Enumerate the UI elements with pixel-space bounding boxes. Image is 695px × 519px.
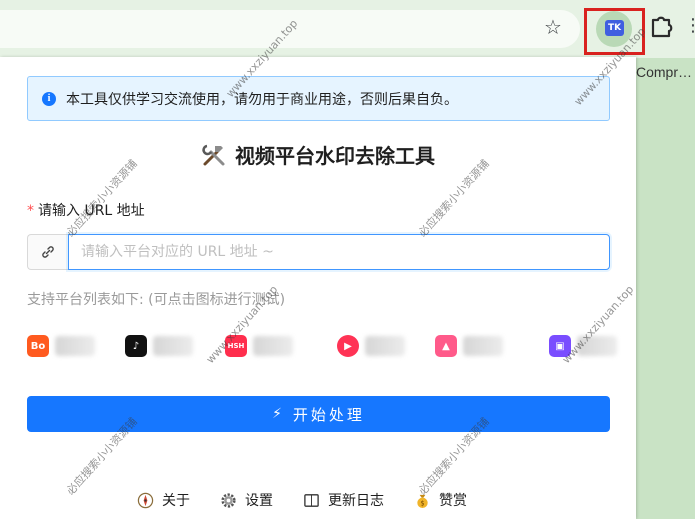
changelog-link[interactable]: 更新日志 bbox=[303, 490, 384, 510]
required-mark: * bbox=[27, 203, 34, 219]
platform-logo-icon: ▲ bbox=[435, 335, 457, 357]
footer-links: 关于 设置 更新日志 $ 赞赏 bbox=[137, 489, 497, 511]
platform-name bbox=[365, 336, 405, 356]
platform-item[interactable]: ▲ bbox=[435, 333, 503, 359]
lightning-icon: ⚡ bbox=[272, 406, 285, 422]
platform-logo-icon: Bo bbox=[27, 335, 49, 357]
platform-logo-icon: ▣ bbox=[549, 335, 571, 357]
extension-highlight-box bbox=[584, 8, 645, 55]
donate-label: 赞赏 bbox=[439, 493, 467, 509]
svg-text:$: $ bbox=[420, 499, 424, 507]
platform-item[interactable]: ▶ bbox=[337, 333, 405, 359]
platform-name bbox=[577, 336, 617, 356]
money-bag-icon: $ bbox=[417, 494, 428, 508]
platform-item[interactable]: ♪ bbox=[125, 333, 193, 359]
platform-item[interactable]: Bo bbox=[27, 333, 95, 359]
address-bar[interactable] bbox=[0, 10, 580, 48]
platform-name bbox=[153, 336, 193, 356]
disclaimer-notice: i 本工具仅供学习交流使用，请勿用于商业用途，否则后果自负。 bbox=[27, 76, 610, 121]
platform-logo-icon: ▶ bbox=[337, 335, 359, 357]
platform-item[interactable]: ▣ bbox=[549, 333, 617, 359]
start-processing-button[interactable]: ⚡ 开始处理 bbox=[27, 396, 610, 432]
disclaimer-text: 本工具仅供学习交流使用，请勿用于商业用途，否则后果自负。 bbox=[66, 91, 458, 108]
tools-icon bbox=[202, 144, 225, 165]
gear-icon bbox=[221, 492, 236, 508]
platform-name bbox=[253, 336, 293, 356]
url-input[interactable] bbox=[68, 234, 610, 270]
start-button-label: 开始处理 bbox=[292, 405, 365, 424]
settings-link[interactable]: 设置 bbox=[220, 490, 273, 510]
bookmark-star-icon[interactable]: ☆ bbox=[540, 14, 566, 40]
platform-name bbox=[463, 336, 503, 356]
platform-logo-icon: HSH bbox=[225, 335, 247, 357]
platform-name bbox=[55, 336, 95, 356]
url-field-label: * 请输入 URL 地址 bbox=[27, 200, 145, 220]
link-icon bbox=[42, 246, 54, 258]
extension-popup: i 本工具仅供学习交流使用，请勿用于商业用途，否则后果自负。 视频平台水印去除工… bbox=[0, 57, 636, 519]
page-title: 视频平台水印去除工具 bbox=[235, 144, 435, 168]
compass-icon bbox=[137, 492, 154, 508]
background-page-text: Compr… bbox=[636, 64, 693, 80]
link-addon bbox=[27, 234, 68, 270]
extensions-puzzle-icon[interactable] bbox=[646, 11, 676, 41]
about-link[interactable]: 关于 bbox=[137, 490, 190, 510]
platform-hint: 支持平台列表如下: (可点击图标进行测试) bbox=[27, 292, 286, 308]
browser-toolbar: ☆ TK ⋮ bbox=[0, 0, 695, 58]
platform-logo-icon: ♪ bbox=[125, 335, 147, 357]
url-label-text: 请输入 URL 地址 bbox=[38, 203, 145, 219]
platform-list: Bo ♪ HSH ▶ ▲ ▣ bbox=[27, 333, 617, 359]
about-label: 关于 bbox=[162, 493, 190, 509]
platform-item[interactable]: HSH bbox=[225, 333, 293, 359]
browser-menu-icon[interactable]: ⋮ bbox=[684, 12, 695, 40]
url-input-group bbox=[27, 234, 610, 270]
changelog-label: 更新日志 bbox=[328, 493, 384, 509]
donate-link[interactable]: $ 赞赏 bbox=[414, 490, 467, 510]
settings-label: 设置 bbox=[245, 493, 273, 509]
page-title-row: 视频平台水印去除工具 bbox=[0, 140, 636, 169]
log-icon bbox=[304, 493, 319, 507]
info-icon: i bbox=[42, 91, 56, 106]
